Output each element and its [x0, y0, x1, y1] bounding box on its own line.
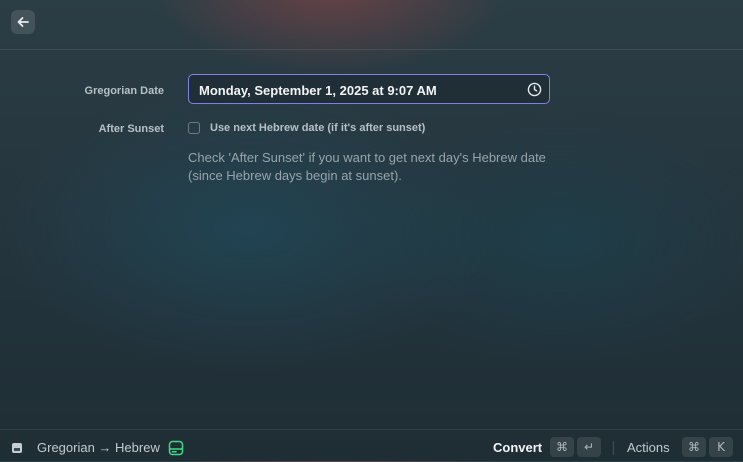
enter-key-badge: ↵: [577, 437, 601, 457]
back-button[interactable]: [11, 10, 35, 34]
arrow-left-icon: [17, 17, 29, 27]
clock-icon[interactable]: [527, 82, 542, 97]
after-sunset-checkbox[interactable]: [188, 122, 200, 134]
actions-button[interactable]: Actions: [627, 440, 670, 455]
navigation-title: Gregorian → Hebrew: [37, 440, 160, 455]
after-sunset-label: After Sunset: [98, 123, 164, 135]
gregorian-date-label: Gregorian Date: [84, 85, 164, 97]
extension-icon: [12, 443, 22, 453]
gregorian-date-value: Monday, September 1, 2025 at 9:07 AM: [199, 83, 437, 98]
command-key-badge: ⌘: [550, 437, 574, 457]
after-sunset-help-text: Check 'After Sunset' if you want to get …: [188, 150, 546, 183]
hard-drive-icon: [168, 440, 184, 456]
top-bar: [0, 0, 743, 50]
command-key-badge-actions: ⌘: [682, 437, 706, 457]
k-key-badge: K: [709, 437, 733, 457]
after-sunset-checkbox-label[interactable]: Use next Hebrew date (if it's after suns…: [210, 122, 425, 134]
footer-separator: [613, 441, 614, 455]
convert-action-button[interactable]: Convert: [493, 440, 542, 455]
gregorian-date-field[interactable]: Monday, September 1, 2025 at 9:07 AM: [188, 74, 550, 104]
